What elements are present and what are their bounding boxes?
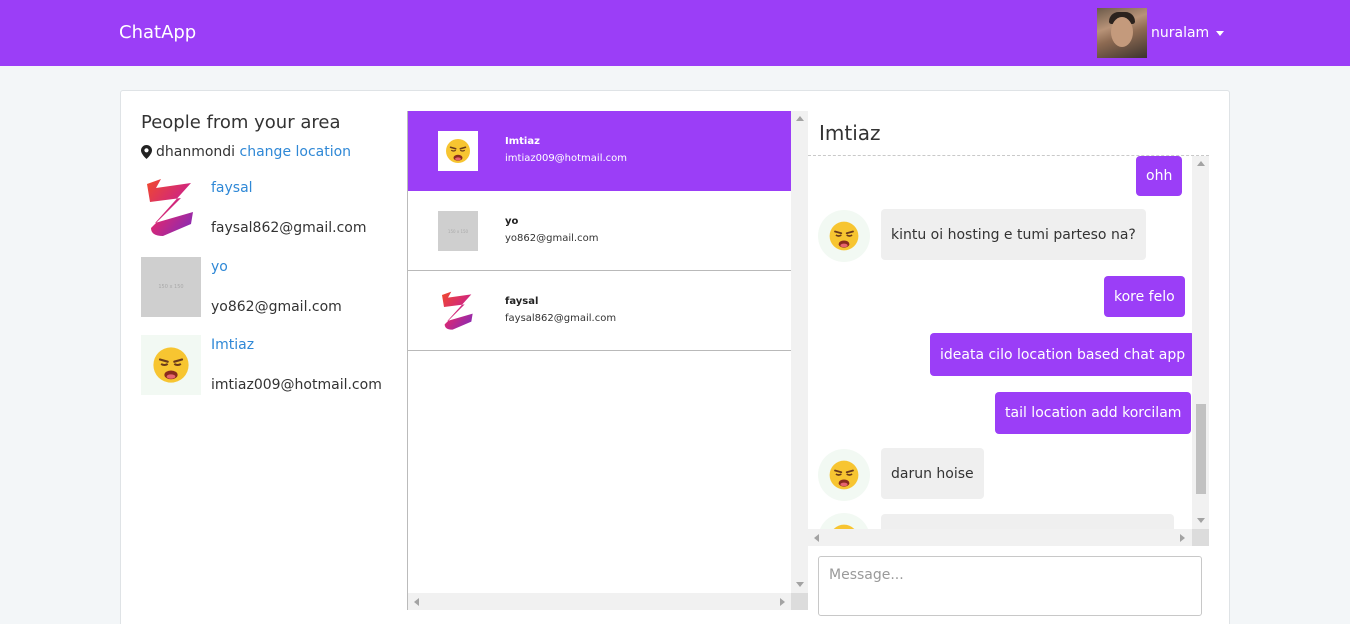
person-item-imtiaz: Imtiaz imtiaz009@hotmail.com (141, 335, 391, 395)
user-avatar[interactable] (1097, 8, 1147, 58)
location-name: dhanmondi (156, 144, 236, 160)
change-location-link[interactable]: change location (240, 144, 352, 160)
user-name[interactable]: nuralam (1151, 25, 1209, 41)
person-name[interactable]: yo (211, 259, 228, 275)
person-item-faysal: faysal faysal862@gmail.com (141, 178, 391, 238)
placeholder-avatar[interactable]: 150 x 150 (141, 257, 201, 317)
scroll-down-icon[interactable] (796, 582, 804, 587)
scroll-up-icon[interactable] (1197, 161, 1205, 166)
people-title: People from your area (141, 112, 341, 133)
chat-vertical-scrollbar[interactable] (1192, 156, 1209, 529)
user-menu[interactable]: nuralam (1097, 8, 1225, 58)
person-name[interactable]: Imtiaz (211, 337, 254, 353)
message-outgoing: tail location add korcilam (995, 392, 1192, 434)
contact-name: yo (505, 216, 519, 227)
message-outgoing: ideata cilo location based chat app (930, 333, 1196, 376)
contact-email: yo862@gmail.com (505, 233, 599, 244)
scroll-up-icon[interactable] (796, 116, 804, 121)
contact-item-faysal[interactable]: faysal faysal862@gmail.com (408, 271, 792, 351)
contact-name: faysal (505, 296, 539, 307)
contact-email: faysal862@gmail.com (505, 313, 617, 324)
contact-name: Imtiaz (505, 136, 540, 147)
person-item-yo: 150 x 150 yo yo862@gmail.com (141, 257, 391, 317)
message-outgoing: kore felo (1104, 276, 1185, 317)
brand-logo[interactable]: ChatApp (119, 22, 196, 43)
navbar: ChatApp nuralam (0, 0, 1350, 66)
scroll-right-icon[interactable] (780, 598, 785, 606)
scroll-right-icon[interactable] (1180, 534, 1185, 542)
message-incoming: kintu oi hosting e tumi parteso na? (881, 209, 1146, 260)
contact-avatar (438, 291, 478, 331)
contact-email: imtiaz009@hotmail.com (505, 153, 628, 164)
message-input[interactable] (818, 556, 1202, 616)
scrollbar-corner (791, 593, 808, 610)
scrollbar-corner (1192, 529, 1209, 546)
scroll-thumb[interactable] (1196, 404, 1206, 494)
location-line: dhanmondi change location (141, 144, 351, 160)
chat-messages[interactable]: ohh kintu oi hosting e tumi parteso na? … (808, 156, 1209, 546)
scroll-left-icon[interactable] (814, 534, 819, 542)
contacts-vertical-scrollbar[interactable] (791, 111, 808, 593)
message-incoming: darun hoise (881, 448, 984, 499)
person-email: yo862@gmail.com (211, 299, 342, 315)
contact-avatar (438, 131, 478, 171)
faysal-avatar[interactable] (141, 178, 201, 238)
map-marker-icon (141, 145, 152, 159)
chevron-down-icon[interactable] (1216, 30, 1225, 36)
contact-avatar: 150 x 150 (438, 211, 478, 251)
message-avatar (818, 449, 870, 501)
scroll-left-icon[interactable] (414, 598, 419, 606)
message-avatar (818, 210, 870, 262)
chat-horizontal-scrollbar[interactable] (808, 529, 1192, 546)
imtiaz-avatar[interactable] (141, 335, 201, 395)
contact-item-yo[interactable]: 150 x 150 yo yo862@gmail.com (408, 191, 792, 271)
person-email: faysal862@gmail.com (211, 220, 367, 236)
chat-title: Imtiaz (819, 121, 881, 145)
person-name[interactable]: faysal (211, 180, 253, 196)
contact-item-imtiaz[interactable]: Imtiaz imtiaz009@hotmail.com (408, 111, 792, 191)
contacts-horizontal-scrollbar[interactable] (408, 593, 792, 610)
contact-list[interactable]: Imtiaz imtiaz009@hotmail.com 150 x 150 y… (407, 111, 808, 610)
scroll-down-icon[interactable] (1197, 518, 1205, 523)
person-email: imtiaz009@hotmail.com (211, 377, 382, 393)
message-outgoing: ohh (1136, 156, 1183, 196)
